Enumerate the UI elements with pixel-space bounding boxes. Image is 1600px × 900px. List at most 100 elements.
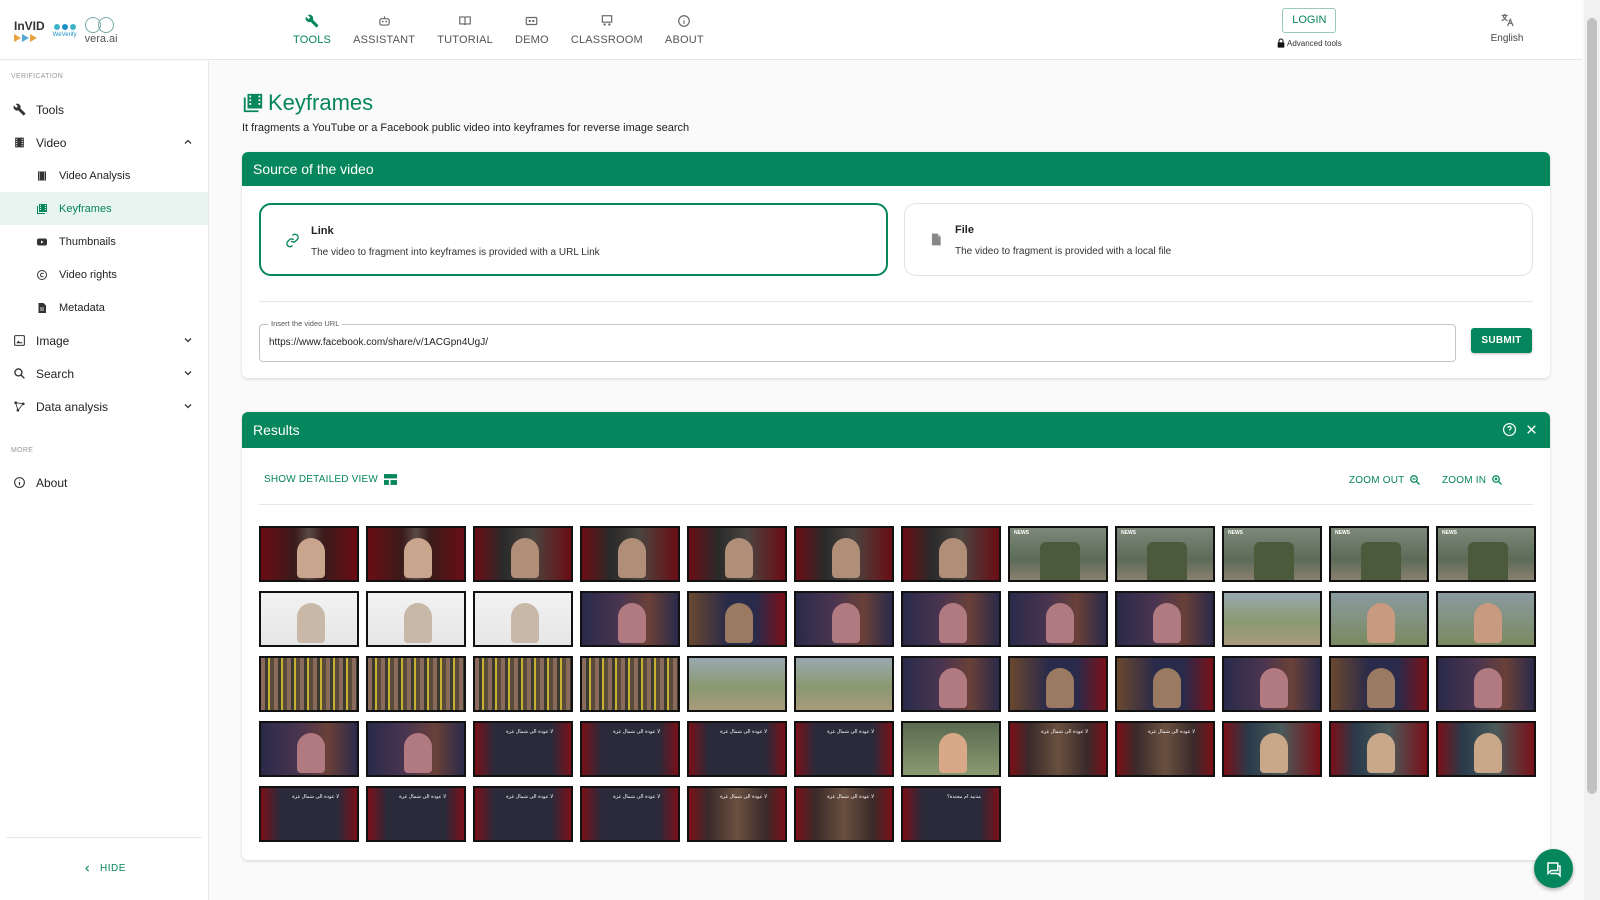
- keyframe-thumbnail[interactable]: [1115, 656, 1215, 712]
- keyframe-thumbnail[interactable]: [1222, 721, 1322, 777]
- keyframe-thumbnail[interactable]: لا عودة الى شمال غزة: [259, 786, 359, 842]
- vera-ai-logo[interactable]: vera.ai: [85, 17, 118, 45]
- keyframe-thumbnail[interactable]: [687, 591, 787, 647]
- source-option-file[interactable]: File The video to fragment is provided w…: [904, 203, 1533, 276]
- news-logo-overlay: NEWS: [1121, 530, 1136, 536]
- keyframe-thumbnail[interactable]: لا عودة الى شمال غزة: [794, 786, 894, 842]
- weverify-logo[interactable]: WeVerify: [53, 24, 77, 38]
- keyframe-thumbnail[interactable]: [473, 656, 573, 712]
- keyframe-thumbnail[interactable]: [259, 526, 359, 582]
- keyframe-thumbnail[interactable]: NEWS: [1222, 526, 1322, 582]
- keyframe-thumbnail[interactable]: [366, 591, 466, 647]
- keyframe-thumbnail[interactable]: لا عودة الى شمال غزة: [473, 721, 573, 777]
- keyframe-thumbnail[interactable]: [1329, 721, 1429, 777]
- sidebar-item-tools[interactable]: Tools: [0, 93, 208, 126]
- page-scrollbar[interactable]: [1584, 0, 1600, 900]
- keyframe-thumbnail[interactable]: [1008, 591, 1108, 647]
- keyframe-thumbnail[interactable]: [366, 721, 466, 777]
- video-url-field[interactable]: Insert the video URL: [259, 319, 1456, 362]
- keyframe-thumbnail[interactable]: [259, 721, 359, 777]
- help-icon[interactable]: [1502, 422, 1517, 437]
- keyframe-thumbnail[interactable]: NEWS: [1329, 526, 1429, 582]
- keyframes-icon: [35, 202, 49, 216]
- login-button[interactable]: LOGIN: [1282, 8, 1337, 33]
- sidebar-item-search[interactable]: Search: [0, 357, 208, 390]
- sidebar-item-video-analysis[interactable]: Video Analysis: [0, 159, 208, 192]
- keyframe-thumbnail[interactable]: [580, 526, 680, 582]
- keyframe-image: [475, 658, 571, 710]
- keyframe-thumbnail[interactable]: لا عودة الى شمال غزة: [687, 721, 787, 777]
- keyframe-figure: [618, 538, 646, 578]
- sidebar-item-video[interactable]: Video: [0, 126, 208, 159]
- youtube-icon: [35, 235, 49, 249]
- sidebar-item-metadata[interactable]: Metadata: [0, 291, 208, 324]
- keyframe-thumbnail[interactable]: [1222, 591, 1322, 647]
- keyframe-thumbnail[interactable]: [1329, 591, 1429, 647]
- nav-about[interactable]: ABOUT: [654, 12, 715, 46]
- keyframe-thumbnail[interactable]: NEWS: [1115, 526, 1215, 582]
- keyframe-thumbnail[interactable]: [259, 656, 359, 712]
- keyframe-thumbnail[interactable]: لا عودة الى شمال غزة: [1115, 721, 1215, 777]
- keyframe-thumbnail[interactable]: [687, 526, 787, 582]
- keyframe-thumbnail[interactable]: لا عودة الى شمال غزة: [794, 721, 894, 777]
- keyframe-thumbnail[interactable]: NEWS: [1008, 526, 1108, 582]
- nav-tutorial[interactable]: TUTORIAL: [426, 12, 504, 46]
- sidebar-item-about[interactable]: About: [0, 466, 208, 499]
- keyframe-thumbnail[interactable]: [580, 591, 680, 647]
- keyframe-thumbnail[interactable]: [1436, 656, 1536, 712]
- keyframe-thumbnail[interactable]: [1436, 721, 1536, 777]
- keyframe-thumbnail[interactable]: NEWS: [1436, 526, 1536, 582]
- show-detailed-view-button[interactable]: SHOW DETAILED VIEW: [264, 474, 397, 485]
- chat-button[interactable]: [1534, 849, 1573, 888]
- sidebar-item-keyframes[interactable]: Keyframes: [0, 192, 208, 225]
- keyframe-thumbnail[interactable]: [1222, 656, 1322, 712]
- keyframe-figure: [1040, 542, 1080, 580]
- scrollbar-thumb[interactable]: [1587, 18, 1597, 794]
- zoom-out-button[interactable]: ZOOM OUT: [1349, 474, 1421, 486]
- hide-sidebar-button[interactable]: HIDE: [0, 863, 209, 874]
- video-url-input[interactable]: [269, 337, 1419, 348]
- close-icon[interactable]: [1525, 423, 1538, 436]
- keyframe-thumbnail[interactable]: [473, 526, 573, 582]
- keyframe-thumbnail[interactable]: [259, 591, 359, 647]
- keyframe-thumbnail[interactable]: [473, 591, 573, 647]
- keyframe-thumbnail[interactable]: [1436, 591, 1536, 647]
- nav-assistant[interactable]: ASSISTANT: [342, 12, 426, 46]
- keyframe-thumbnail[interactable]: [1008, 656, 1108, 712]
- keyframe-thumbnail[interactable]: [794, 526, 894, 582]
- sidebar-item-video-rights[interactable]: Video rights: [0, 258, 208, 291]
- sidebar-item-thumbnails[interactable]: Thumbnails: [0, 225, 208, 258]
- nav-tools[interactable]: TOOLS: [282, 12, 342, 46]
- keyframe-thumbnail[interactable]: [1329, 656, 1429, 712]
- language-selector[interactable]: English: [1487, 12, 1527, 44]
- keyframe-thumbnail[interactable]: مدنية أم مجندة؟: [901, 786, 1001, 842]
- keyframe-thumbnail[interactable]: [366, 656, 466, 712]
- keyframe-thumbnail[interactable]: [794, 656, 894, 712]
- document-icon: [35, 301, 49, 315]
- zoom-in-button[interactable]: ZOOM IN: [1442, 474, 1503, 486]
- sidebar-item-image[interactable]: Image: [0, 324, 208, 357]
- source-option-link[interactable]: Link The video to fragment into keyframe…: [259, 203, 888, 276]
- keyframe-thumbnail[interactable]: [366, 526, 466, 582]
- keyframe-thumbnail[interactable]: لا عودة الى شمال غزة: [580, 721, 680, 777]
- keyframe-thumbnail[interactable]: [901, 656, 1001, 712]
- keyframe-thumbnail[interactable]: [901, 526, 1001, 582]
- submit-button[interactable]: SUBMIT: [1471, 328, 1532, 353]
- keyframe-thumbnail[interactable]: لا عودة الى شمال غزة: [473, 786, 573, 842]
- nav-classroom[interactable]: CLASSROOM: [560, 12, 654, 46]
- nav-demo[interactable]: DEMO: [504, 12, 560, 46]
- sidebar-item-data-analysis[interactable]: Data analysis: [0, 390, 208, 423]
- keyframe-thumbnail[interactable]: [1115, 591, 1215, 647]
- advanced-tools-link[interactable]: Advanced tools: [1277, 38, 1342, 48]
- news-logo-overlay: NEWS: [1442, 530, 1457, 536]
- invid-logo[interactable]: InVID: [14, 20, 45, 42]
- keyframe-thumbnail[interactable]: [687, 656, 787, 712]
- keyframe-thumbnail[interactable]: [901, 591, 1001, 647]
- keyframe-thumbnail[interactable]: لا عودة الى شمال غزة: [1008, 721, 1108, 777]
- keyframe-thumbnail[interactable]: [580, 656, 680, 712]
- keyframe-thumbnail[interactable]: [794, 591, 894, 647]
- keyframe-thumbnail[interactable]: لا عودة الى شمال غزة: [580, 786, 680, 842]
- keyframe-thumbnail[interactable]: لا عودة الى شمال غزة: [366, 786, 466, 842]
- keyframe-thumbnail[interactable]: [901, 721, 1001, 777]
- keyframe-thumbnail[interactable]: لا عودة الى شمال غزة: [687, 786, 787, 842]
